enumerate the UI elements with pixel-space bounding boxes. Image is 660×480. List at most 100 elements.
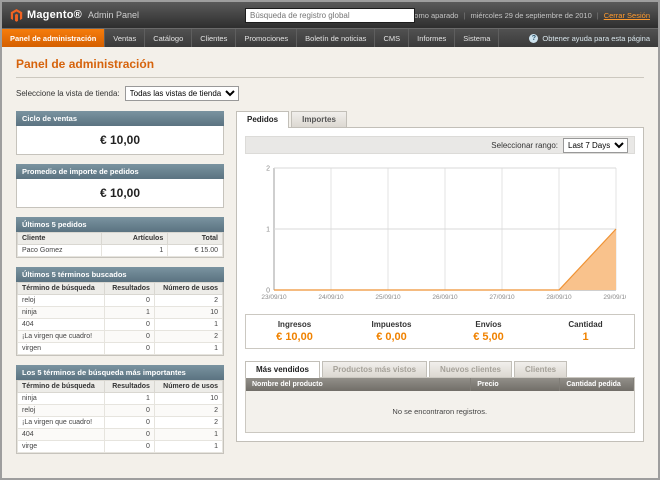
last-search-table-wrap: Término de búsquedaResultadosNúmero de u… [16, 282, 224, 356]
panel-title: Ciclo de ventas [16, 111, 224, 126]
magento-admin-window: Magento® Admin Panel Accedió como aparad… [0, 0, 660, 480]
help-link[interactable]: ? Obtener ayuda para esta página [521, 29, 658, 47]
totals-row: Ingresos€ 10,00Impuestos€ 0,00Envíos€ 5,… [245, 314, 635, 349]
last-orders-table: ClienteArtículosTotalPaco Gomez1€ 15.00 [17, 232, 223, 257]
table-row[interactable]: ninja110 [18, 393, 223, 405]
products-table-wrap: Nombre del productoPrecioCantidad pedida… [245, 377, 635, 433]
table-cell: Paco Gomez [18, 245, 102, 257]
table-row[interactable]: ninja110 [18, 307, 223, 319]
top-search-table-wrap: Término de búsquedaResultadosNúmero de u… [16, 380, 224, 454]
column-header: Artículos [101, 233, 168, 245]
last-search-terms-table: Término de búsquedaResultadosNúmero de u… [17, 282, 223, 355]
total-label: Envíos [442, 320, 535, 329]
panel-title: Últimos 5 términos buscados [16, 267, 224, 282]
table-cell: € 15.00 [168, 245, 223, 257]
table-cell: 0 [105, 319, 155, 331]
total-value: € 10,00 [248, 331, 341, 343]
table-cell: virge [18, 441, 105, 453]
table-cell: 1 [154, 441, 222, 453]
table-row[interactable]: virgen01 [18, 343, 223, 355]
average-orders-panel: Promedio de importe de pedidos € 10,00 [16, 164, 224, 208]
page-title: Panel de administración [16, 57, 644, 71]
last-orders-panel: Últimos 5 pedidos ClienteArtículosTotalP… [16, 217, 224, 258]
range-select[interactable]: Last 7 Days [563, 138, 628, 153]
tab-importes[interactable]: Importes [291, 111, 347, 127]
tab-clientes: Clientes [514, 361, 567, 377]
table-row[interactable]: reloj02 [18, 295, 223, 307]
nav-item-promociones[interactable]: Promociones [236, 29, 297, 47]
table-cell: 1 [154, 319, 222, 331]
session-info: Accedió como aparado | miércoles 29 de s… [382, 11, 650, 20]
lifetime-sales-value: € 10,00 [16, 126, 224, 155]
svg-text:26/09/10: 26/09/10 [432, 294, 458, 301]
table-cell: 404 [18, 319, 105, 331]
brand-name: Magento® [27, 9, 82, 21]
nav-item-clientes[interactable]: Clientes [192, 29, 236, 47]
table-cell: ninja [18, 393, 105, 405]
svg-text:27/09/10: 27/09/10 [489, 294, 515, 301]
global-search-input[interactable] [245, 8, 415, 23]
grid-tabs: Más vendidosProductos más vistosNuevos c… [245, 361, 635, 377]
help-icon: ? [529, 34, 538, 43]
nav-item-cms[interactable]: CMS [375, 29, 409, 47]
column-header: Número de usos [154, 381, 222, 393]
nav-item-ventas[interactable]: Ventas [105, 29, 145, 47]
table-row[interactable]: virge01 [18, 441, 223, 453]
svg-text:29/09/10: 29/09/10 [603, 294, 626, 301]
table-cell: virgen [18, 343, 105, 355]
table-row[interactable]: 40401 [18, 319, 223, 331]
empty-row: No se encontraron registros. [246, 391, 634, 432]
logout-link[interactable]: Cerrar Sesión [604, 11, 650, 20]
dashboard-main-column: PedidosImportes Seleccionar rango: Last … [236, 111, 644, 442]
total-cantidad: Cantidad1 [537, 315, 634, 348]
tab-nuevos-clientes: Nuevos clientes [429, 361, 512, 377]
top-search-terms-table: Término de búsquedaResultadosNúmero de u… [17, 380, 223, 453]
tab-productos-m-s-vistos: Productos más vistos [322, 361, 427, 377]
lifetime-sales-panel: Ciclo de ventas € 10,00 [16, 111, 224, 155]
column-header: Término de búsqueda [18, 283, 105, 295]
table-row[interactable]: ¡La virgen que cuadro!02 [18, 331, 223, 343]
svg-text:1: 1 [266, 227, 270, 234]
panel-title: Últimos 5 pedidos [16, 217, 224, 232]
nav-item-panel-de-administraci-n[interactable]: Panel de administración [2, 29, 105, 47]
brand: Magento® Admin Panel [10, 9, 139, 22]
table-cell: 404 [18, 429, 105, 441]
total-label: Ingresos [248, 320, 341, 329]
table-row[interactable]: reloj02 [18, 405, 223, 417]
top-search-terms-panel: Los 5 términos de búsqueda más important… [16, 365, 224, 454]
separator: | [597, 11, 599, 20]
dashboard-content: Panel de administración Seleccione la vi… [2, 47, 658, 478]
total-label: Impuestos [345, 320, 438, 329]
column-header: Cantidad pedida [560, 378, 634, 391]
table-row[interactable]: Paco Gomez1€ 15.00 [18, 245, 223, 257]
panel-title: Los 5 términos de búsqueda más important… [16, 365, 224, 380]
table-cell: 1 [105, 393, 155, 405]
table-cell: 0 [105, 295, 155, 307]
table-cell: 0 [105, 417, 155, 429]
table-cell: 10 [154, 307, 222, 319]
nav-item-sistema[interactable]: Sistema [455, 29, 499, 47]
table-cell: 1 [154, 429, 222, 441]
nav-item-bolet-n-de-noticias[interactable]: Boletín de noticias [297, 29, 375, 47]
svg-text:24/09/10: 24/09/10 [318, 294, 344, 301]
nav-item-cat-logo[interactable]: Catálogo [145, 29, 192, 47]
total-env-os: Envíos€ 5,00 [440, 315, 537, 348]
table-cell: ¡La virgen que cuadro! [18, 417, 105, 429]
total-ingresos: Ingresos € 10,00 [246, 315, 343, 348]
tab-pedidos[interactable]: Pedidos [236, 111, 289, 128]
table-row[interactable]: 40401 [18, 429, 223, 441]
column-header: Total [168, 233, 223, 245]
table-cell: 0 [105, 441, 155, 453]
tab-m-s-vendidos[interactable]: Más vendidos [245, 361, 320, 378]
range-bar: Seleccionar rango: Last 7 Days [245, 136, 635, 154]
nav-item-informes[interactable]: Informes [409, 29, 455, 47]
orders-chart: 23/09/1024/09/1025/09/1026/09/1027/09/10… [254, 158, 626, 308]
store-view-select[interactable]: Todas las vistas de tienda [125, 86, 239, 101]
svg-text:0: 0 [266, 288, 270, 295]
table-cell: 2 [154, 417, 222, 429]
table-row[interactable]: ¡La virgen que cuadro!02 [18, 417, 223, 429]
table-cell: 1 [154, 343, 222, 355]
column-header: Número de usos [154, 283, 222, 295]
table-cell: 2 [154, 331, 222, 343]
column-header: Precio [471, 378, 560, 391]
